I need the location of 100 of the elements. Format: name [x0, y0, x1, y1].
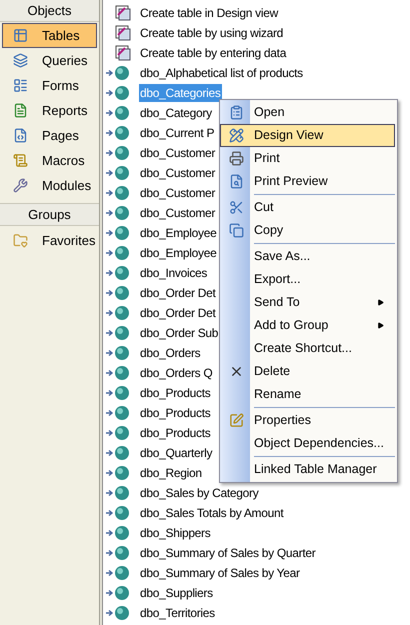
list-item[interactable]: dbo_Sales Totals by Amount	[139, 504, 284, 522]
list-item[interactable]: dbo_Employee	[139, 244, 218, 262]
list-item[interactable]: dbo_Customer	[139, 144, 216, 162]
report-icon	[13, 103, 28, 118]
linked-table-icon	[105, 65, 131, 81]
list-item[interactable]: dbo_Employee	[139, 224, 218, 242]
linked-table-icon	[105, 605, 131, 621]
list-item[interactable]: dbo_Alphabetical list of products	[139, 64, 304, 82]
list-item[interactable]: dbo_Order Det	[139, 284, 216, 302]
menu-item[interactable]: Send To	[220, 291, 395, 314]
nav-item[interactable]: Favorites	[2, 228, 97, 253]
linked-table-icon	[105, 445, 131, 461]
menu-item[interactable]: Open	[220, 101, 395, 124]
linked-table-icon	[105, 405, 131, 421]
ruler-pencil-icon	[228, 128, 244, 143]
menu-item[interactable]: Delete	[220, 360, 395, 383]
menu-item[interactable]: Save As...	[220, 245, 395, 268]
linked-table-icon	[105, 245, 131, 261]
linked-table-icon	[105, 545, 131, 561]
list-item[interactable]: dbo_Category	[139, 104, 213, 122]
menu-label: Object Dependencies...	[254, 436, 384, 450]
list-item[interactable]: dbo_Sales by Category	[139, 484, 260, 502]
section-header[interactable]: Groups	[0, 204, 99, 226]
nav-item[interactable]: Reports	[2, 98, 97, 123]
linked-table-icon	[105, 585, 131, 601]
menu-item[interactable]: Cut	[220, 196, 395, 219]
folder-icon	[13, 233, 28, 248]
menu-item[interactable]: Add to Group	[220, 314, 395, 337]
linked-table-icon	[105, 225, 131, 241]
menu-label: Copy	[254, 223, 284, 238]
nav-item[interactable]: Pages	[2, 123, 97, 148]
linked-table-icon	[105, 105, 131, 121]
menu-label: Open	[254, 105, 285, 120]
menu-item[interactable]: Print	[220, 147, 395, 170]
list-item[interactable]: Create table by entering data	[139, 44, 288, 62]
nav-item[interactable]: Tables	[2, 23, 97, 48]
list-item[interactable]: dbo_Summary of Sales by Quarter	[139, 544, 316, 562]
list-item[interactable]: Create table by using wizard	[139, 24, 284, 42]
linked-table-icon	[105, 425, 131, 441]
menu-label: Print Preview	[254, 174, 328, 188]
menu-item[interactable]: Create Shortcut...	[220, 337, 395, 360]
list-item[interactable]: dbo_Suppliers	[139, 584, 214, 602]
list-item[interactable]: dbo_Territories	[139, 604, 216, 622]
list-item[interactable]: dbo_Products	[139, 424, 212, 442]
linked-table-icon	[105, 365, 131, 381]
linked-table-icon	[105, 185, 131, 201]
list-item[interactable]: dbo_Customer	[139, 184, 216, 202]
menu-item[interactable]: Copy	[220, 219, 395, 242]
menu-item[interactable]: Properties	[220, 409, 395, 432]
menu-label: Send To	[254, 295, 300, 310]
layers-icon	[13, 53, 28, 68]
nav-item[interactable]: Forms	[2, 73, 97, 98]
linked-table-icon	[105, 145, 131, 161]
list-item[interactable]: dbo_Products	[139, 404, 212, 422]
menu-item[interactable]: Print Preview	[220, 170, 395, 193]
list-item[interactable]: dbo_Orders Q	[139, 364, 214, 382]
list-item[interactable]: Create table in Design view	[139, 4, 279, 22]
nav-item[interactable]: Macros	[2, 148, 97, 173]
list-item[interactable]: dbo_Quarterly	[139, 444, 214, 462]
list-item[interactable]: dbo_Orders	[139, 344, 202, 362]
menu-label: Add to Group	[254, 318, 328, 332]
linked-table-icon	[105, 465, 131, 481]
menu-label: Design View	[254, 128, 324, 142]
list-item[interactable]: dbo_Order Det	[139, 304, 216, 322]
section-header[interactable]: Objects	[0, 0, 99, 22]
list-item[interactable]: dbo_Invoices	[139, 264, 208, 282]
linked-table-icon	[105, 125, 131, 141]
list-item[interactable]: dbo_Shippers	[139, 524, 212, 542]
nav-item[interactable]: Modules	[2, 173, 97, 198]
list-item[interactable]: dbo_Customer	[139, 204, 216, 222]
linked-table-icon	[105, 565, 131, 581]
menu-label: Delete	[254, 364, 290, 378]
linked-table-icon	[105, 305, 131, 321]
menu-label: Print	[254, 151, 280, 166]
menu-label: Cut	[254, 200, 274, 214]
menu-label: Properties	[254, 413, 311, 428]
menu-label: Linked Table Manager	[254, 462, 377, 476]
list-item[interactable]: dbo_Region	[139, 464, 203, 482]
menu-item[interactable]: Linked Table Manager	[220, 458, 395, 481]
menu-item[interactable]: Object Dependencies...	[220, 432, 395, 455]
menu-item[interactable]: Export...	[220, 268, 395, 291]
scissors-icon	[228, 200, 244, 215]
linked-table-icon	[105, 325, 131, 341]
scroll-icon	[13, 153, 28, 168]
list-item[interactable]: dbo_Order Sub	[139, 324, 220, 342]
menu-item[interactable]: Design View	[220, 124, 395, 147]
list-item[interactable]: dbo_Summary of Sales by Year	[139, 564, 301, 582]
linked-table-icon	[105, 385, 131, 401]
properties-icon	[228, 413, 244, 428]
form-icon	[228, 105, 244, 120]
linked-table-icon	[105, 525, 131, 541]
list-item[interactable]: dbo_Customer	[139, 164, 216, 182]
menu-item[interactable]: Rename	[220, 383, 395, 406]
printer-icon	[228, 151, 244, 166]
nav-item[interactable]: Queries	[2, 48, 97, 73]
submenu-arrow-icon	[377, 322, 384, 329]
menu-label: Create Shortcut...	[254, 341, 352, 356]
list-item[interactable]: dbo_Current P	[139, 124, 216, 142]
list-item[interactable]: dbo_Products	[139, 384, 212, 402]
linked-table-icon	[105, 505, 131, 521]
